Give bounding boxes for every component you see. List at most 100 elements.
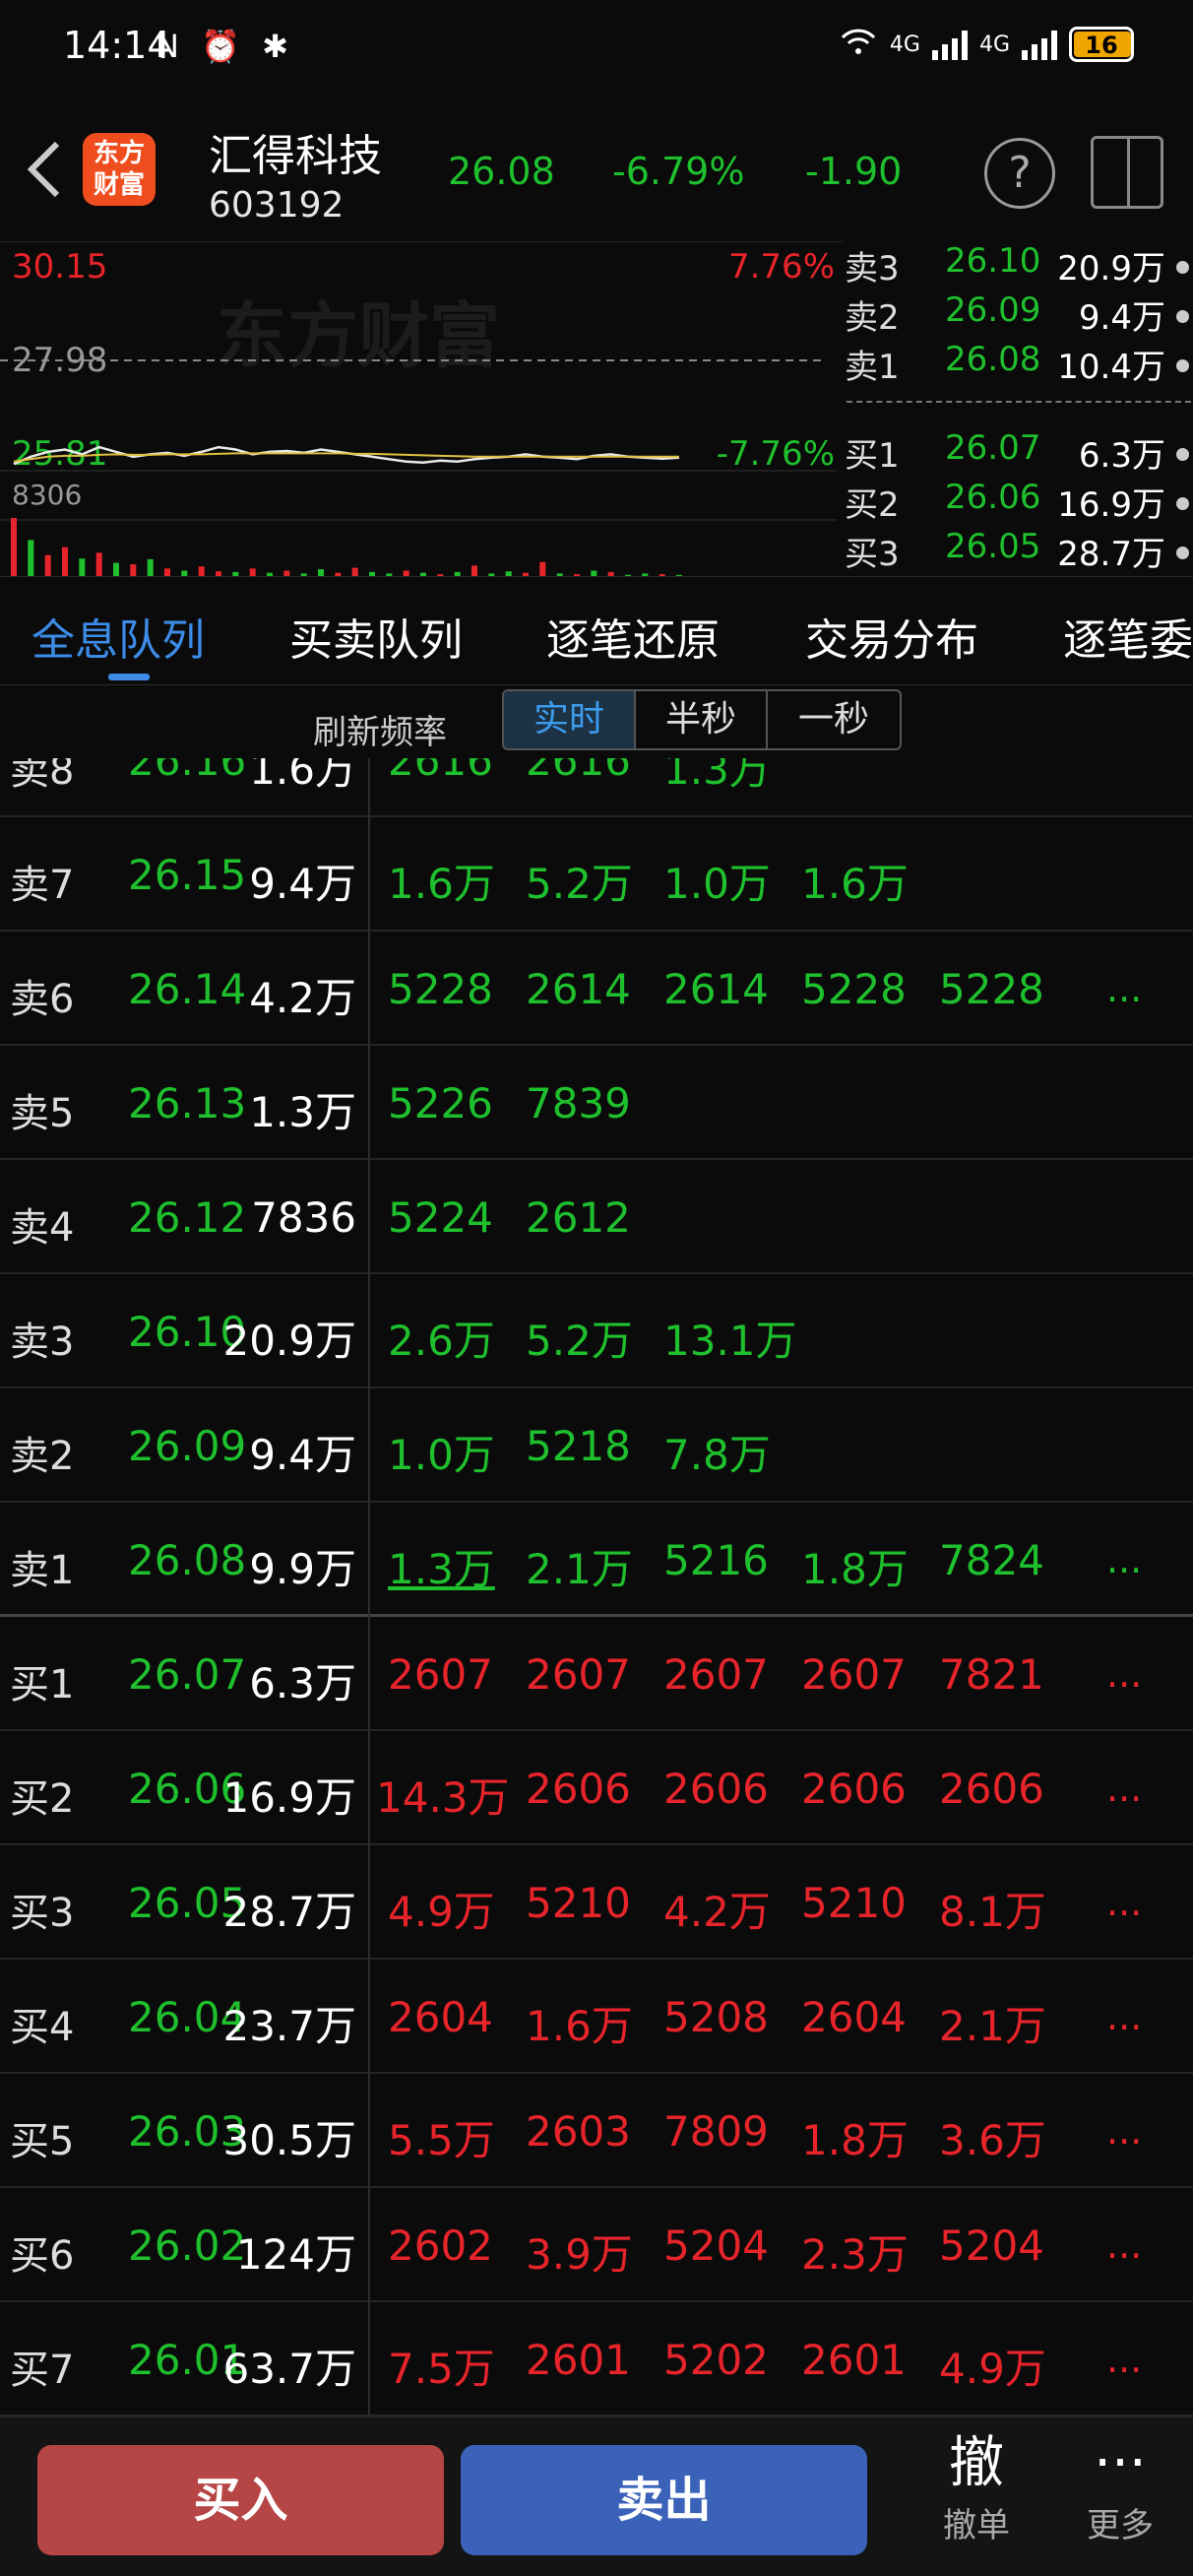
queue-order[interactable]: 7.5万 (388, 2336, 495, 2396)
queue-order[interactable]: 2601 (526, 2336, 631, 2384)
queue-more-indicator[interactable]: ... (1106, 1767, 1142, 1810)
queue-order[interactable]: 2607 (388, 1650, 493, 1699)
sell-button[interactable]: 卖出 (461, 2445, 867, 2555)
back-icon[interactable] (22, 138, 65, 212)
queue-order[interactable]: 2606 (801, 1765, 907, 1813)
refresh-option-one-second[interactable]: 一秒 (768, 691, 900, 748)
queue-order[interactable]: 4.2万 (663, 1879, 771, 1939)
queue-order[interactable]: 5.5万 (388, 2107, 495, 2167)
more-button[interactable]: ··· 更多 (1061, 2429, 1179, 2546)
queue-row[interactable]: 卖5 26.13 1.3万 5226 7839 (0, 1046, 1193, 1160)
queue-order[interactable]: 2604 (388, 1993, 493, 2041)
queue-order[interactable]: 2606 (663, 1765, 769, 1813)
queue-order[interactable]: 8.1万 (939, 1879, 1046, 1939)
tab-full-queue[interactable]: 全息队列 (31, 605, 205, 668)
queue-order[interactable]: 2606 (939, 1765, 1044, 1813)
queue-order[interactable]: 1.8万 (801, 1536, 909, 1596)
queue-order[interactable]: 2601 (801, 2336, 907, 2384)
queue-more-indicator[interactable]: ... (1106, 1995, 1142, 2038)
queue-order[interactable]: 2607 (801, 1650, 907, 1699)
queue-order[interactable]: 3.6万 (939, 2107, 1046, 2167)
queue-row[interactable]: 买5 26.03 30.5万 5.5万 2603 7809 1.8万 3.6万... (0, 2074, 1193, 2188)
queue-order[interactable]: 2.1万 (526, 1536, 633, 1596)
queue-row[interactable]: 卖2 26.09 9.4万 1.0万 5218 7.8万 (0, 1388, 1193, 1503)
queue-order[interactable]: 14.3万 (376, 1765, 510, 1825)
queue-order[interactable]: 2607 (663, 1650, 769, 1699)
refresh-option-half-second[interactable]: 半秒 (636, 691, 768, 748)
queue-row[interactable]: 卖8 26.16 1.6万 2616 2616 1.3万 (0, 758, 1193, 817)
queue-more-indicator[interactable]: ... (1106, 2223, 1142, 2267)
queue-order[interactable]: 2603 (526, 2107, 631, 2156)
queue-order[interactable]: 2604 (801, 1993, 907, 2041)
queue-order[interactable]: 1.0万 (663, 851, 771, 911)
queue-more-indicator[interactable]: ... (1106, 967, 1142, 1010)
queue-row[interactable]: 买1 26.07 6.3万 2607 2607 2607 2607 7821... (0, 1617, 1193, 1731)
queue-order[interactable]: 3.9万 (526, 2222, 633, 2282)
queue-order[interactable]: 2612 (526, 1193, 631, 1242)
queue-row[interactable]: 卖4 26.12 7836 5224 2612 (0, 1160, 1193, 1274)
queue-order[interactable]: 2614 (526, 965, 631, 1013)
buy-button[interactable]: 买入 (37, 2445, 444, 2555)
tab-buy-sell-queue[interactable]: 买卖队列 (289, 605, 463, 668)
queue-order[interactable]: 2616 (526, 758, 631, 785)
queue-more-indicator[interactable]: ... (1106, 2338, 1142, 2381)
order-queue[interactable]: 卖8 26.16 1.6万 2616 2616 1.3万 卖7 26.15 9.4万 1.6万 5.… (0, 758, 1193, 2415)
queue-order[interactable]: 5204 (663, 2222, 769, 2270)
queue-order[interactable]: 1.6万 (526, 1993, 633, 2053)
queue-order[interactable]: 5.2万 (526, 1308, 633, 1368)
queue-order[interactable]: 5228 (939, 965, 1044, 1013)
tab-trade-distribution[interactable]: 交易分布 (805, 605, 978, 668)
queue-order[interactable]: 2614 (663, 965, 769, 1013)
cancel-order-button[interactable]: 撤 撤单 (917, 2429, 1036, 2546)
queue-order[interactable]: 2606 (526, 1765, 631, 1813)
queue-order[interactable]: 5204 (939, 2222, 1044, 2270)
queue-more-indicator[interactable]: ... (1106, 2109, 1142, 2153)
queue-order[interactable]: 7839 (526, 1079, 631, 1127)
queue-order[interactable]: 5.2万 (526, 851, 633, 911)
queue-order[interactable]: 1.6万 (801, 851, 909, 911)
queue-order[interactable]: 5218 (526, 1422, 631, 1470)
queue-order[interactable]: 4.9万 (388, 1879, 495, 1939)
queue-order[interactable]: 7.8万 (663, 1422, 771, 1482)
queue-row[interactable]: 买3 26.05 28.7万 4.9万 5210 4.2万 5210 8.1万... (0, 1845, 1193, 1960)
queue-order[interactable]: 5228 (801, 965, 907, 1013)
stock-name[interactable]: 汇得科技 (209, 120, 382, 183)
queue-order[interactable]: 5216 (663, 1536, 769, 1584)
queue-order[interactable]: 1.6万 (388, 851, 495, 911)
queue-row[interactable]: 卖1 26.08 9.9万 1.3万 2.1万 5216 1.8万 7824... (0, 1503, 1193, 1617)
queue-order[interactable]: 7821 (939, 1650, 1044, 1699)
queue-order[interactable]: 1.3万 (663, 758, 771, 797)
queue-row[interactable]: 买2 26.06 16.9万 14.3万 2606 2606 2606 2606... (0, 1731, 1193, 1845)
queue-order[interactable]: 2.3万 (801, 2222, 909, 2282)
queue-order[interactable]: 13.1万 (663, 1308, 797, 1368)
queue-order[interactable]: 7809 (663, 2107, 769, 2156)
queue-order[interactable]: 5202 (663, 2336, 769, 2384)
queue-more-indicator[interactable]: ... (1106, 1538, 1142, 1581)
queue-order[interactable]: 5226 (388, 1079, 493, 1127)
refresh-option-realtime[interactable]: 实时 (504, 691, 636, 748)
quote-book[interactable]: 卖3 26.10 20.9万 卖2 26.09 9.4万 卖1 26.08 10… (843, 241, 1193, 576)
queue-row[interactable]: 卖6 26.14 4.2万 5228 2614 2614 5228 5228... (0, 932, 1193, 1046)
queue-more-indicator[interactable]: ... (1106, 1881, 1142, 1924)
queue-row[interactable]: 买7 26.01 63.7万 7.5万 2601 5202 2601 4.9万... (0, 2302, 1193, 2415)
queue-row[interactable]: 卖3 26.10 20.9万 2.6万 5.2万 13.1万 (0, 1274, 1193, 1388)
queue-row[interactable]: 买6 26.02 124万 2602 3.9万 5204 2.3万 5204... (0, 2188, 1193, 2302)
queue-order[interactable]: 5224 (388, 1193, 493, 1242)
queue-order[interactable]: 4.9万 (939, 2336, 1046, 2396)
queue-row[interactable]: 买4 26.04 23.7万 2604 1.6万 5208 2604 2.1万... (0, 1960, 1193, 2074)
queue-more-indicator[interactable]: ... (1106, 1652, 1142, 1696)
tab-tick-restore[interactable]: 逐笔还原 (546, 605, 720, 668)
intraday-chart[interactable]: 东方财富 30.15 27.98 25.81 7.76% -7.76% 8306 (0, 241, 843, 577)
queue-order[interactable]: 2.1万 (939, 1993, 1046, 2053)
queue-order[interactable]: 1.3万 (388, 1536, 495, 1596)
queue-order[interactable]: 5210 (526, 1879, 631, 1927)
queue-order[interactable]: 1.8万 (801, 2107, 909, 2167)
queue-row[interactable]: 卖7 26.15 9.4万 1.6万 5.2万 1.0万 1.6万 (0, 817, 1193, 932)
queue-order[interactable]: 2616 (388, 758, 493, 785)
queue-order[interactable]: 2607 (526, 1650, 631, 1699)
queue-order[interactable]: 5208 (663, 1993, 769, 2041)
queue-order[interactable]: 2602 (388, 2222, 493, 2270)
queue-order[interactable]: 1.0万 (388, 1422, 495, 1482)
help-icon[interactable]: ? (984, 138, 1055, 209)
queue-order[interactable]: 5228 (388, 965, 493, 1013)
